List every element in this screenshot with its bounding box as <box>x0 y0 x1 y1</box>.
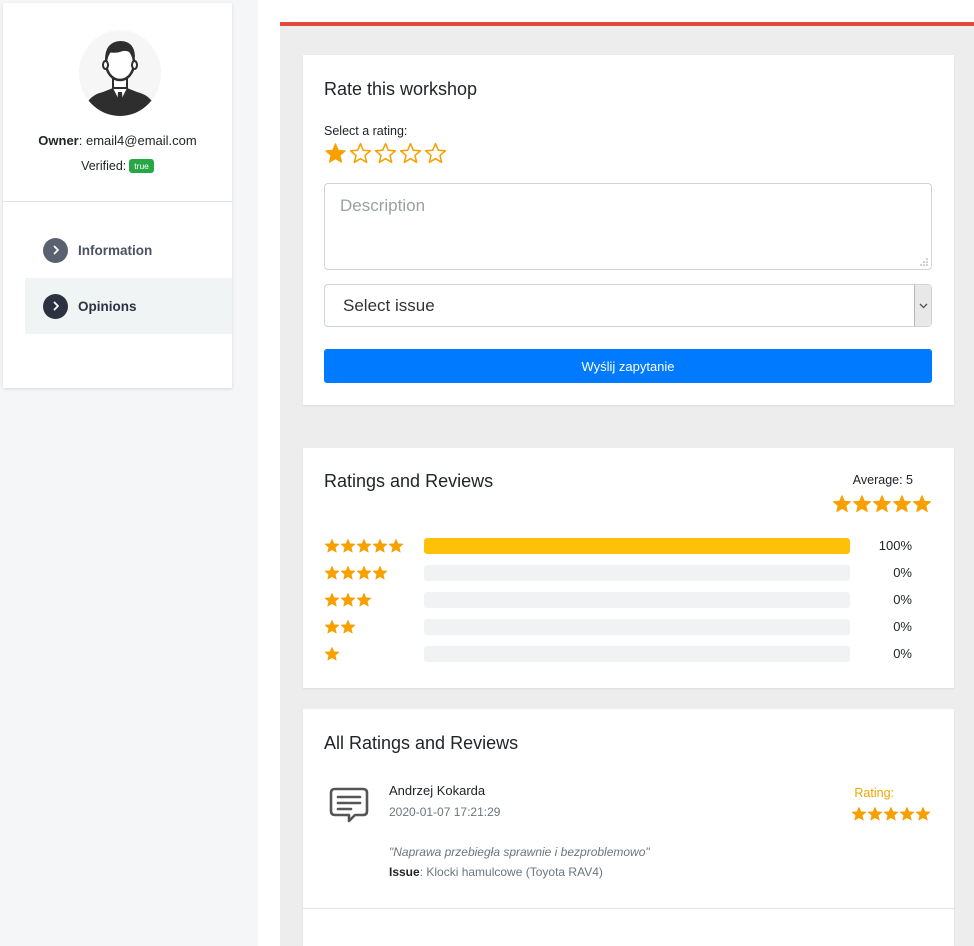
star-filled-icon <box>340 565 356 580</box>
distribution-row: 100% <box>324 537 934 555</box>
resize-grip-icon[interactable] <box>920 258 928 266</box>
review-divider <box>303 908 954 909</box>
description-placeholder: Description <box>340 196 426 215</box>
distribution-stars <box>324 619 356 635</box>
star-filled-icon <box>372 538 388 553</box>
sidebar-item-label: Information <box>78 242 153 258</box>
average-stars <box>832 494 932 514</box>
star-filled-icon <box>915 806 931 821</box>
distribution-bar-fill <box>424 538 850 554</box>
distribution-bar-track <box>424 646 850 662</box>
star-filled-icon <box>883 806 899 821</box>
review-author: Andrzej Kokarda <box>389 783 486 798</box>
distribution-stars <box>324 565 388 581</box>
distribution-stars <box>324 646 340 662</box>
star-filled-icon <box>324 619 340 634</box>
sidebar-divider <box>3 201 232 202</box>
distribution-bar-track <box>424 565 850 581</box>
star-filled-icon <box>324 565 340 580</box>
distribution-row: 0% <box>324 618 934 636</box>
chevron-down-icon[interactable] <box>914 285 931 326</box>
star-filled-icon <box>873 495 891 513</box>
distribution-bar-track <box>424 619 850 635</box>
star-outline-icon[interactable] <box>374 142 397 165</box>
comment-icon <box>329 787 369 823</box>
rating-stars[interactable] <box>324 142 447 165</box>
review-stars <box>851 806 931 822</box>
star-filled-icon <box>899 806 915 821</box>
star-outline-icon[interactable] <box>399 142 422 165</box>
star-filled-icon <box>913 495 931 513</box>
sidebar-item-label: Opinions <box>78 298 137 314</box>
reviews-card: All Ratings and Reviews Andrzej Kokarda … <box>303 709 954 946</box>
submit-button[interactable]: Wyślij zapytanie <box>324 349 932 383</box>
verified-info: Verified: true <box>3 159 232 173</box>
rate-card: Rate this workshop Select a rating: Desc… <box>303 55 954 405</box>
issue-select[interactable]: Select issue <box>324 284 932 327</box>
average-rating: Average: 5 <box>852 473 913 487</box>
verified-label: Verified: <box>81 159 127 173</box>
distribution-percent: 0% <box>893 646 912 661</box>
user-avatar-icon <box>79 32 161 116</box>
owner-label: Owner <box>38 133 79 148</box>
star-filled-icon <box>356 538 372 553</box>
distribution-percent: 100% <box>878 538 912 553</box>
star-filled-icon <box>340 619 356 634</box>
chevron-right-icon <box>43 237 68 263</box>
star-filled-icon <box>324 592 340 607</box>
distribution-percent: 0% <box>893 592 912 607</box>
distribution-bar-track <box>424 538 850 554</box>
issue-label: Issue <box>389 865 420 879</box>
owner-info: Owner: email4@email.com <box>3 133 232 148</box>
star-outline-icon[interactable] <box>424 142 447 165</box>
distribution-stars <box>324 538 404 554</box>
star-filled-icon <box>851 806 867 821</box>
star-filled-icon <box>340 592 356 607</box>
chevron-right-icon <box>43 293 68 319</box>
accent-bar <box>280 22 974 26</box>
review-rating-label: Rating: <box>854 786 894 800</box>
review-issue: Issue: Klocki hamulcowe (Toyota RAV4) <box>389 865 603 879</box>
star-filled-icon <box>867 806 883 821</box>
review-date: 2020-01-07 17:21:29 <box>389 805 501 819</box>
star-filled-icon <box>893 495 911 513</box>
star-filled-icon <box>324 538 340 553</box>
distribution-row: 0% <box>324 591 934 609</box>
distribution-row: 0% <box>324 564 934 582</box>
star-filled-icon <box>372 565 388 580</box>
sidebar: Owner: email4@email.com Verified: true In… <box>3 3 232 388</box>
star-filled-icon[interactable] <box>324 142 347 165</box>
distribution-stars <box>324 592 372 608</box>
verified-badge: true <box>129 159 154 173</box>
description-input[interactable]: Description <box>324 183 932 270</box>
distribution-bar-track <box>424 592 850 608</box>
star-filled-icon <box>833 495 851 513</box>
star-filled-icon <box>324 646 340 661</box>
ratings-summary-title: Ratings and Reviews <box>324 471 494 491</box>
sidebar-item-opinions[interactable]: Opinions <box>25 278 232 334</box>
star-filled-icon <box>388 538 404 553</box>
distribution-percent: 0% <box>893 619 912 634</box>
star-outline-icon[interactable] <box>349 142 372 165</box>
distribution-row: 0% <box>324 645 934 663</box>
owner-email: : email4@email.com <box>78 133 197 148</box>
issue-select-value: Select issue <box>343 296 435 315</box>
review-text: "Naprawa przebiegła sprawnie i bezproble… <box>389 845 650 859</box>
avatar <box>79 30 161 116</box>
ratings-summary-card: Ratings and Reviews Average: 5 100% 0% 0% 0… <box>303 448 954 688</box>
star-filled-icon <box>356 592 372 607</box>
issue-value: : Klocki hamulcowe (Toyota RAV4) <box>419 865 603 879</box>
star-filled-icon <box>340 538 356 553</box>
reviews-title: All Ratings and Reviews <box>324 733 519 753</box>
distribution-percent: 0% <box>893 565 912 580</box>
star-filled-icon <box>853 495 871 513</box>
rate-card-title: Rate this workshop <box>324 79 478 99</box>
star-filled-icon <box>356 565 372 580</box>
rating-label: Select a rating: <box>324 124 408 138</box>
sidebar-item-information[interactable]: Information <box>25 222 232 278</box>
